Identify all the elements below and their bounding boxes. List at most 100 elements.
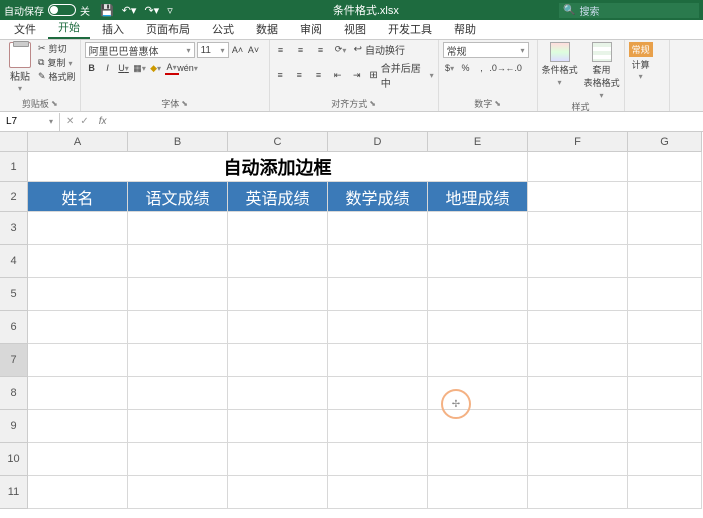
fill-color-button[interactable]: ◆: [149, 61, 163, 75]
name-box[interactable]: L7: [0, 113, 60, 131]
cell-A10[interactable]: [28, 443, 128, 476]
align-middle-icon[interactable]: ≡: [294, 43, 308, 57]
calc-button[interactable]: 常规 计算: [629, 42, 653, 81]
col-header-D[interactable]: D: [328, 132, 428, 152]
cell-E6[interactable]: [428, 311, 528, 344]
align-launcher-icon[interactable]: ⬊: [369, 99, 376, 108]
row-header-7[interactable]: 7: [0, 344, 28, 377]
col-header-G[interactable]: G: [628, 132, 702, 152]
cell-A2[interactable]: 姓名: [28, 182, 128, 212]
copy-dropdown-icon[interactable]: [68, 58, 72, 68]
formula-input[interactable]: [111, 114, 703, 130]
row-header-1[interactable]: 1: [0, 152, 28, 182]
cell-C6[interactable]: [228, 311, 328, 344]
search-box[interactable]: 🔍 搜索: [559, 3, 699, 18]
cell-E10[interactable]: [428, 443, 528, 476]
conditional-format-button[interactable]: 条件格式: [542, 42, 578, 87]
indent-decrease-icon[interactable]: ⇤: [331, 68, 344, 82]
cell-D6[interactable]: [328, 311, 428, 344]
cell-B7[interactable]: [128, 344, 228, 377]
col-header-B[interactable]: B: [128, 132, 228, 152]
cell-F4[interactable]: [528, 245, 628, 278]
cell-C10[interactable]: [228, 443, 328, 476]
col-header-A[interactable]: A: [28, 132, 128, 152]
align-right-icon[interactable]: ≡: [312, 68, 325, 82]
decrease-font-icon[interactable]: A˅: [247, 43, 261, 57]
cell-E8[interactable]: [428, 377, 528, 410]
tab-view[interactable]: 视图: [334, 19, 376, 39]
cell-B10[interactable]: [128, 443, 228, 476]
cell-A7[interactable]: [28, 344, 128, 377]
autosave-toggle[interactable]: 自动保存 关: [4, 3, 90, 18]
cell-C5[interactable]: [228, 278, 328, 311]
tab-dev[interactable]: 开发工具: [378, 19, 442, 39]
number-format-combo[interactable]: 常规: [443, 42, 529, 58]
row-header-8[interactable]: 8: [0, 377, 28, 410]
cell-G4[interactable]: [628, 245, 702, 278]
cell-G9[interactable]: [628, 410, 702, 443]
cell-F1[interactable]: [528, 152, 628, 182]
font-name-combo[interactable]: 阿里巴巴普惠体: [85, 42, 195, 58]
cell-B4[interactable]: [128, 245, 228, 278]
cell-B8[interactable]: [128, 377, 228, 410]
bold-button[interactable]: B: [85, 61, 99, 75]
cell-A5[interactable]: [28, 278, 128, 311]
orientation-icon[interactable]: ⟳: [334, 43, 348, 57]
cell-G1[interactable]: [628, 152, 702, 182]
cell-B9[interactable]: [128, 410, 228, 443]
cell-F2[interactable]: [528, 182, 628, 212]
cell-A6[interactable]: [28, 311, 128, 344]
cell-C4[interactable]: [228, 245, 328, 278]
align-center-icon[interactable]: ≡: [293, 68, 306, 82]
cell-G3[interactable]: [628, 212, 702, 245]
wrap-text-button[interactable]: ↩自动换行: [354, 42, 405, 57]
cell-G6[interactable]: [628, 311, 702, 344]
cell-C3[interactable]: [228, 212, 328, 245]
decrease-decimal-icon[interactable]: ←.0: [507, 61, 521, 75]
row-header-2[interactable]: 2: [0, 182, 28, 212]
cell-G8[interactable]: [628, 377, 702, 410]
align-left-icon[interactable]: ≡: [274, 68, 287, 82]
percent-icon[interactable]: %: [459, 61, 473, 75]
cell-E7[interactable]: [428, 344, 528, 377]
cell-E4[interactable]: [428, 245, 528, 278]
tab-review[interactable]: 审阅: [290, 19, 332, 39]
cell-B3[interactable]: [128, 212, 228, 245]
cell-A9[interactable]: [28, 410, 128, 443]
col-header-C[interactable]: C: [228, 132, 328, 152]
cell-G5[interactable]: [628, 278, 702, 311]
border-button[interactable]: ▦: [133, 61, 147, 75]
tab-data[interactable]: 数据: [246, 19, 288, 39]
cell-A8[interactable]: [28, 377, 128, 410]
tab-help[interactable]: 帮助: [444, 19, 486, 39]
cell-G7[interactable]: [628, 344, 702, 377]
row-header-11[interactable]: 11: [0, 476, 28, 509]
cell-B2[interactable]: 语文成绩: [128, 182, 228, 212]
cell-B5[interactable]: [128, 278, 228, 311]
row-header-4[interactable]: 4: [0, 245, 28, 278]
cell-F8[interactable]: [528, 377, 628, 410]
cell-C7[interactable]: [228, 344, 328, 377]
save-icon[interactable]: 💾: [100, 4, 114, 17]
enter-formula-icon[interactable]: ✓: [80, 116, 88, 127]
cell-A3[interactable]: [28, 212, 128, 245]
cell-G2[interactable]: [628, 182, 702, 212]
cell-D9[interactable]: [328, 410, 428, 443]
cell-C9[interactable]: [228, 410, 328, 443]
row-header-6[interactable]: 6: [0, 311, 28, 344]
align-bottom-icon[interactable]: ≡: [314, 43, 328, 57]
cell-E9[interactable]: [428, 410, 528, 443]
align-top-icon[interactable]: ≡: [274, 43, 288, 57]
cell-D4[interactable]: [328, 245, 428, 278]
cell-D11[interactable]: [328, 476, 428, 509]
increase-font-icon[interactable]: A˄: [231, 43, 245, 57]
fx-icon[interactable]: fx: [95, 116, 111, 127]
cell-E5[interactable]: [428, 278, 528, 311]
select-all-corner[interactable]: [0, 132, 28, 152]
row-header-10[interactable]: 10: [0, 443, 28, 476]
cell-G11[interactable]: [628, 476, 702, 509]
merge-center-button[interactable]: ⊞合并后居中: [369, 60, 433, 90]
cell-D2[interactable]: 数学成绩: [328, 182, 428, 212]
toggle-switch[interactable]: [48, 4, 76, 16]
cell-G10[interactable]: [628, 443, 702, 476]
